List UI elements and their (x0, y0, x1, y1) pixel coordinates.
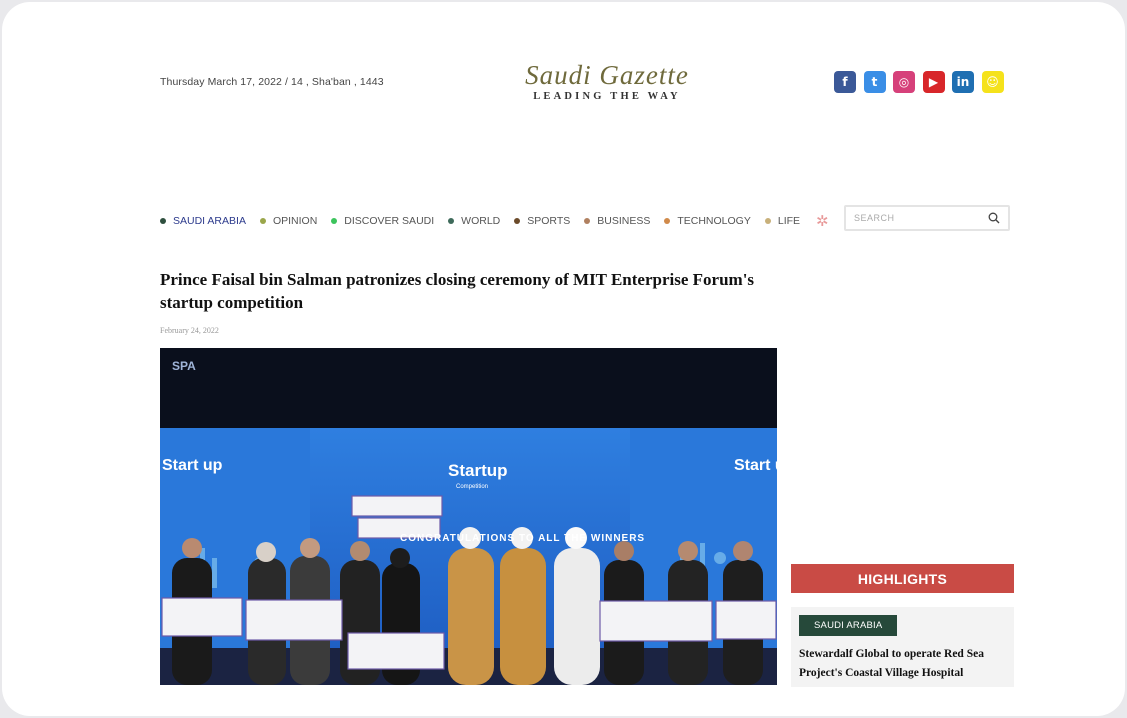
nav-dot (514, 218, 521, 224)
nav-label: WORLD (461, 215, 501, 227)
category-badge[interactable]: SAUDI ARABIA (799, 615, 898, 636)
nav-dot (259, 218, 266, 224)
article-headline[interactable]: Prince Faisal bin Salman patronizes clos… (160, 268, 760, 314)
search-icon[interactable] (988, 212, 1000, 224)
logo-tagline: LEADING THE WAY (533, 91, 681, 102)
more-menu-icon[interactable]: ✲ (816, 212, 829, 230)
nav-item-saudi-arabia[interactable]: SAUDI ARABIA (160, 215, 246, 227)
twitter-icon[interactable]: t (863, 71, 886, 93)
article-photo[interactable]: SPA Startup Competition CONGRATULATIONS … (160, 348, 777, 685)
nav-label: SPORTS (527, 215, 571, 227)
nav-dot (448, 218, 455, 224)
nav-label: BUSINESS (597, 215, 651, 227)
search-input[interactable] (854, 213, 988, 223)
nav-dot (584, 218, 591, 224)
ceremony-photo: SPA Startup Competition CONGRATULATIONS … (160, 348, 777, 685)
nav-label: DISCOVER SAUDI (344, 215, 435, 227)
site-logo[interactable]: Saudi Gazette LEADING THE WAY (522, 60, 692, 102)
article-date: February 24, 2022 (160, 326, 219, 335)
nav-item-sports[interactable]: SPORTS (514, 215, 570, 227)
nav-item-discover-saudi[interactable]: DISCOVER SAUDI (331, 215, 434, 227)
nav-label: OPINION (272, 215, 318, 227)
search-box (844, 205, 1010, 231)
nav-item-life[interactable]: LIFE (764, 215, 801, 227)
nav-item-technology[interactable]: TECHNOLOGY (664, 215, 751, 227)
youtube-icon[interactable]: ▶ (922, 71, 945, 93)
nav-dot (331, 218, 338, 224)
nav-dot (664, 218, 671, 224)
header-date: Thursday March 17, 2022 / 14 , Sha'ban ,… (160, 76, 384, 88)
nav-label: SAUDI ARABIA (173, 215, 246, 227)
nav-label: LIFE (777, 215, 801, 227)
highlight-card[interactable]: SAUDI ARABIA Stewardalf Global to operat… (791, 607, 1014, 687)
nav-item-world[interactable]: WORLD (448, 215, 500, 227)
page-frame: Thursday March 17, 2022 / 14 , Sha'ban ,… (2, 2, 1125, 716)
screen-logo: Startup (448, 461, 508, 480)
nav-dot (764, 218, 771, 224)
nav-dot (160, 218, 166, 224)
highlight-title[interactable]: Stewardalf Global to operate Red Sea Pro… (799, 645, 1009, 683)
screen-logo-sub: Competition (456, 484, 488, 490)
social-links: f t ◎ ▶ in ☺ (834, 71, 1004, 93)
side-logo-right: Start up (734, 457, 777, 474)
photo-watermark: SPA (172, 359, 196, 373)
nav-label: TECHNOLOGY (677, 215, 751, 227)
logo-name: Saudi Gazette (525, 60, 689, 90)
nav-item-opinion[interactable]: OPINION (259, 215, 318, 227)
instagram-icon[interactable]: ◎ (893, 71, 915, 93)
nav-item-business[interactable]: BUSINESS (584, 215, 650, 227)
main-nav: SAUDI ARABIA OPINION DISCOVER SAUDI WORLD SP… (160, 212, 829, 230)
facebook-icon[interactable]: f (834, 71, 856, 93)
linkedin-icon[interactable]: in (952, 71, 974, 93)
side-logo-left: Start up (162, 457, 223, 474)
snapchat-icon[interactable]: ☺ (981, 71, 1004, 93)
screen-banner: CONGRATULATIONS TO ALL THE WINNERS (400, 533, 645, 544)
highlights-header: HIGHLIGHTS (791, 564, 1014, 593)
